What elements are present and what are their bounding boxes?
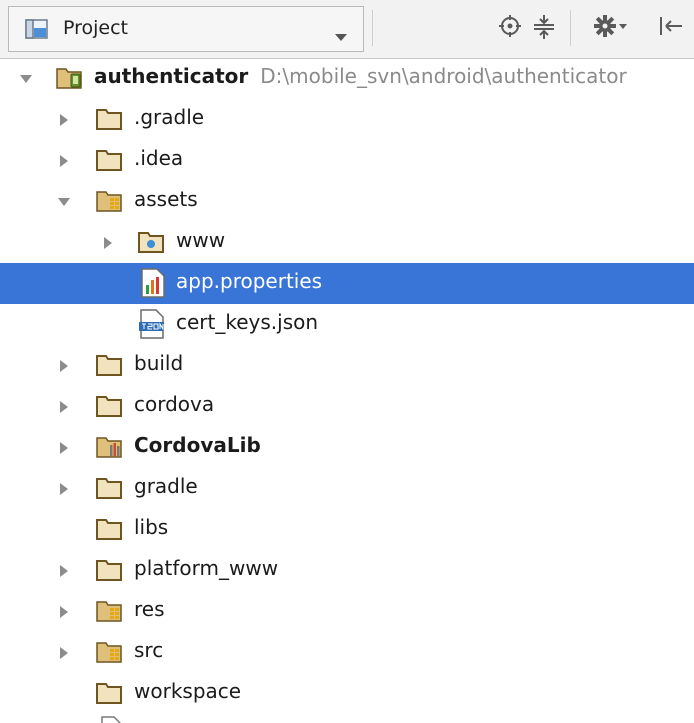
tree-row-gradle-dir[interactable]: .gradle (0, 99, 694, 140)
expand-arrow-right-icon[interactable] (56, 153, 72, 169)
project-view-icon (25, 19, 49, 43)
tree-row-authenticator[interactable]: authenticator D:\mobile_svn\android\authe… (0, 58, 694, 99)
tree-row-gradle[interactable]: gradle (0, 468, 694, 509)
expand-arrow-right-icon[interactable] (56, 481, 72, 497)
root-path: D:\mobile_svn\android\authenticator (260, 64, 627, 88)
tree-item-label: workspace (134, 679, 242, 703)
tree-item-label: cordova (134, 392, 215, 416)
folder-icon (96, 393, 126, 419)
tree-row-cordovalib[interactable]: CordovaLib (0, 427, 694, 468)
expand-arrow-right-icon[interactable] (56, 440, 72, 456)
tree-item-label: authenticator D:\mobile_svn\android\authe… (94, 64, 627, 88)
root-name: authenticator (94, 64, 249, 88)
folder-icon (96, 516, 126, 542)
tree-item-label: www (176, 228, 226, 252)
tree-row-cordova[interactable]: cordova (0, 386, 694, 427)
expand-arrow-right-icon[interactable] (56, 645, 72, 661)
expand-arrow-right-icon[interactable] (56, 604, 72, 620)
toolbar-separator (372, 10, 373, 46)
tree-row-res[interactable]: res (0, 591, 694, 632)
expand-arrow-right-icon[interactable] (56, 399, 72, 415)
expand-arrow-down-icon[interactable] (56, 194, 72, 210)
tree-row-www[interactable]: www (0, 222, 694, 263)
folder-icon (96, 475, 126, 501)
project-tree: authenticator D:\mobile_svn\android\authe… (0, 58, 694, 723)
tree-row-idea[interactable]: .idea (0, 140, 694, 181)
locate-icon[interactable] (498, 14, 522, 42)
tree-item-label: .idea (134, 146, 184, 170)
project-toolbar: Project (0, 0, 694, 59)
tree-row-src[interactable]: src (0, 632, 694, 673)
tree-row-workspace[interactable]: workspace (0, 673, 694, 714)
folder-icon (96, 680, 126, 706)
hide-icon[interactable] (658, 14, 684, 42)
tree-item-label: platform_www (134, 556, 279, 580)
tree-item-label: gradle (134, 474, 198, 498)
collapse-all-icon[interactable] (532, 14, 556, 44)
tree-item-label: cert_keys.json (176, 310, 319, 334)
tree-item-label: assets (134, 187, 198, 211)
file-icon (100, 716, 130, 723)
tree-row-build[interactable]: build (0, 345, 694, 386)
tree-row-partial (0, 714, 694, 723)
tree-item-label: app.properties (176, 269, 323, 293)
resource-folder-icon (96, 598, 126, 624)
gear-icon[interactable] (594, 14, 628, 42)
tree-item-label: src (134, 638, 164, 662)
tree-item-label: libs (134, 515, 169, 539)
expand-arrow-right-icon[interactable] (100, 235, 116, 251)
tree-item-label: .gradle (134, 105, 205, 129)
toolbar-separator (570, 10, 571, 46)
folder-icon (96, 557, 126, 583)
tree-item-label: res (134, 597, 165, 621)
library-module-icon (96, 434, 126, 460)
tree-row-libs[interactable]: libs (0, 509, 694, 550)
properties-file-icon (140, 268, 170, 298)
chevron-down-icon (335, 27, 347, 46)
view-selector-dropdown[interactable]: Project (8, 6, 364, 52)
tree-item-label: CordovaLib (134, 433, 261, 457)
tree-row-platform-www[interactable]: platform_www (0, 550, 694, 591)
expand-arrow-right-icon[interactable] (56, 358, 72, 374)
tree-item-label: build (134, 351, 184, 375)
expand-arrow-right-icon[interactable] (56, 112, 72, 128)
folder-icon (96, 147, 126, 173)
tree-row-assets[interactable]: assets (0, 181, 694, 222)
tree-row-cert-keys-json[interactable]: cert_keys.json (0, 304, 694, 345)
expand-arrow-right-icon[interactable] (56, 563, 72, 579)
view-selector-label: Project (63, 17, 129, 39)
folder-icon (96, 106, 126, 132)
module-folder-icon (56, 65, 86, 91)
json-file-icon (138, 309, 168, 339)
folder-icon (96, 352, 126, 378)
resource-folder-icon (96, 639, 126, 665)
tree-row-app-properties[interactable]: app.properties (0, 263, 694, 304)
expand-arrow-down-icon[interactable] (18, 71, 34, 87)
web-folder-icon (138, 229, 168, 255)
resource-folder-icon (96, 188, 126, 214)
